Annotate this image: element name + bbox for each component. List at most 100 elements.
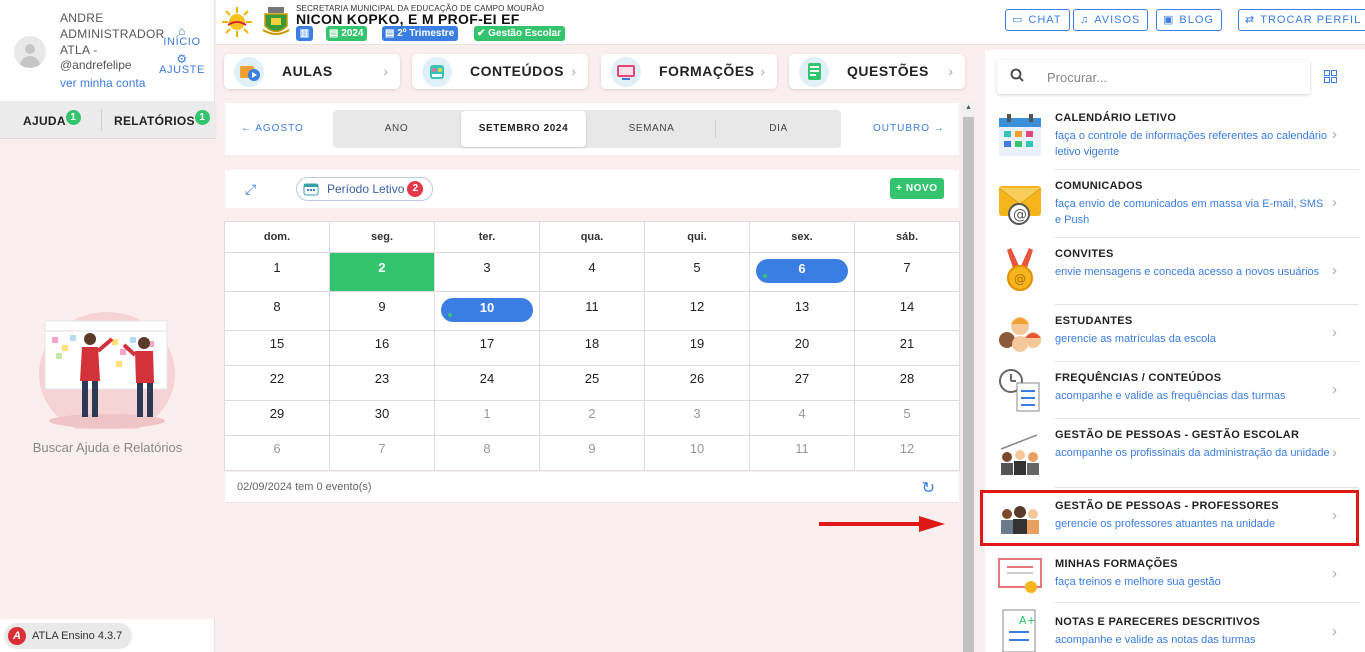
calendar-day[interactable]: 1	[224, 252, 330, 292]
calendar-day[interactable]: 11	[539, 291, 645, 331]
module-label: FORMAÇÕES	[659, 63, 755, 79]
view-day[interactable]: DIA	[716, 110, 841, 148]
calendar-day[interactable]: 19	[644, 330, 750, 366]
weekday-label: dom.	[224, 221, 330, 253]
home-link[interactable]: ⌂ INÍCIO	[157, 25, 207, 48]
day-number: 21	[899, 335, 915, 351]
arrow-right-icon: →	[933, 123, 945, 134]
blog-button[interactable]: ▣ BLOG	[1156, 9, 1222, 31]
calendar-day-outside[interactable]: 11	[749, 435, 855, 471]
weekday-label: sáb.	[854, 221, 960, 253]
app-my-trainings[interactable]: MINHAS FORMAÇÕES faça treinos e melhore …	[985, 546, 1365, 603]
app-invites[interactable]: @ CONVITES envie mensagens e conceda ace…	[985, 238, 1365, 305]
gear-icon: ⚙	[176, 52, 188, 66]
calendar-day[interactable]: 20	[749, 330, 855, 366]
calendar-day[interactable]: 12	[644, 291, 750, 331]
scroll-up-icon[interactable]: ▲	[965, 104, 972, 111]
calendar-day[interactable]: 3	[434, 252, 540, 292]
calendar-day-outside[interactable]: 7	[329, 435, 435, 471]
chat-button[interactable]: ▭ CHAT	[1005, 9, 1070, 31]
view-week[interactable]: SEMANA	[588, 110, 715, 148]
refresh-icon[interactable]: ↻	[922, 478, 935, 498]
home-label: INÍCIO	[163, 36, 201, 48]
calendar-day[interactable]: 27	[749, 365, 855, 401]
app-attendance[interactable]: FREQUÊNCIAS / CONTEÚDOS acompanhe e vali…	[985, 362, 1365, 419]
calendar-day-outside[interactable]: 10	[644, 435, 750, 471]
version-badge[interactable]: A ATLA Ensino 4.3.7	[4, 623, 133, 649]
switch-profile-button[interactable]: ⇄ TROCAR PERFIL	[1238, 9, 1365, 31]
period-filter-chip[interactable]: Período Letivo 2	[296, 177, 434, 201]
calendar-day-event[interactable]: 10	[434, 291, 540, 331]
school-mgmt-chip[interactable]: ✔ Gestão Escolar	[474, 26, 565, 41]
calendar-day[interactable]: 7	[854, 252, 960, 292]
calendar-day-outside[interactable]: 1	[434, 400, 540, 436]
app-grades[interactable]: A+ NOTAS E PARECERES DESCRITIVOS acompan…	[985, 603, 1365, 652]
calendar-day[interactable]: 17	[434, 330, 540, 366]
calendar-day[interactable]: 15	[224, 330, 330, 366]
view-account-link[interactable]: ver minha conta	[60, 76, 145, 90]
calendar-day-outside[interactable]: 6	[224, 435, 330, 471]
app-people-management-school[interactable]: GESTÃO DE PESSOAS - GESTÃO ESCOLAR acomp…	[985, 419, 1365, 488]
settings-link[interactable]: ⚙ AJUSTE	[157, 52, 207, 76]
calendar-day[interactable]: 29	[224, 400, 330, 436]
calendar-day[interactable]: 4	[539, 252, 645, 292]
view-year[interactable]: ANO	[333, 110, 460, 148]
arrow-left-icon: ←	[241, 123, 252, 134]
calendar-day-outside[interactable]: 8	[434, 435, 540, 471]
calendar-day[interactable]: 25	[539, 365, 645, 401]
notices-button[interactable]: ♫ AVISOS	[1073, 9, 1149, 31]
app-announcements[interactable]: @ COMUNICADOS faça envio de comunicados …	[985, 170, 1365, 238]
module-formacoes[interactable]: FORMAÇÕES ›	[601, 54, 777, 89]
grid-view-icon[interactable]	[1324, 70, 1337, 83]
calendar-day[interactable]: 26	[644, 365, 750, 401]
calendar-day[interactable]: 8	[224, 291, 330, 331]
calendar-day[interactable]: 24	[434, 365, 540, 401]
calendar-day-outside[interactable]: 4	[749, 400, 855, 436]
app-students[interactable]: ESTUDANTES gerencie as matrículas da esc…	[985, 305, 1365, 362]
day-number: 18	[584, 335, 600, 351]
scrollbar-thumb[interactable]	[963, 117, 974, 652]
chat-icon: ▭	[1012, 14, 1024, 26]
term-chip[interactable]: ▤ 2º Trimestre	[382, 26, 459, 41]
calendar-day[interactable]: 14	[854, 291, 960, 331]
calendar-day-outside[interactable]: 9	[539, 435, 645, 471]
year-chip[interactable]: ▤ 2024	[326, 26, 368, 41]
stats-chip[interactable]: ▥	[296, 26, 313, 41]
avatar[interactable]	[14, 36, 46, 68]
calendar-day[interactable]: 5	[644, 252, 750, 292]
module-questoes[interactable]: QUESTÕES ›	[789, 54, 965, 89]
certificate-icon	[998, 558, 1042, 593]
calendar-day[interactable]: 23	[329, 365, 435, 401]
prev-month-button[interactable]: ← AGOSTO	[241, 103, 304, 155]
calendar-day-outside[interactable]: 3	[644, 400, 750, 436]
tab-reports[interactable]: RELATÓRIOS 1	[114, 101, 210, 139]
next-month-button[interactable]: OUTUBRO →	[873, 103, 945, 155]
app-calendar[interactable]: CALENDÁRIO LETIVO faça o controle de inf…	[985, 102, 1365, 170]
calendar-day-outside[interactable]: 12	[854, 435, 960, 471]
calendar-day[interactable]: 9	[329, 291, 435, 331]
event-pill[interactable]: 6	[756, 259, 848, 283]
module-aulas[interactable]: AULAS ›	[224, 54, 400, 89]
calendar-day-event[interactable]: 6	[749, 252, 855, 292]
calendar-day[interactable]: 13	[749, 291, 855, 331]
day-number: 27	[794, 370, 810, 386]
questions-icon	[799, 57, 829, 87]
calendar-day[interactable]: 30	[329, 400, 435, 436]
calendar-day[interactable]: 18	[539, 330, 645, 366]
calendar-day[interactable]: 16	[329, 330, 435, 366]
calendar-day[interactable]: 28	[854, 365, 960, 401]
calendar-day[interactable]: 22	[224, 365, 330, 401]
search-input[interactable]	[1047, 68, 1297, 86]
calendar-day[interactable]: 21	[854, 330, 960, 366]
calendar-day-outside[interactable]: 5	[854, 400, 960, 436]
day-number: 7	[903, 259, 911, 275]
calendar-day-today[interactable]: 2	[329, 252, 435, 292]
tab-help[interactable]: AJUDA 1	[23, 101, 81, 139]
notices-label: AVISOS	[1094, 14, 1141, 26]
view-month[interactable]: SETEMBRO 2024	[461, 111, 586, 147]
new-event-button[interactable]: + NOVO	[890, 178, 944, 199]
module-conteudos[interactable]: CONTEÚDOS ›	[412, 54, 588, 89]
calendar-day-outside[interactable]: 2	[539, 400, 645, 436]
expand-icon[interactable]: ⤢	[245, 181, 256, 198]
event-pill[interactable]: 10	[441, 298, 533, 322]
